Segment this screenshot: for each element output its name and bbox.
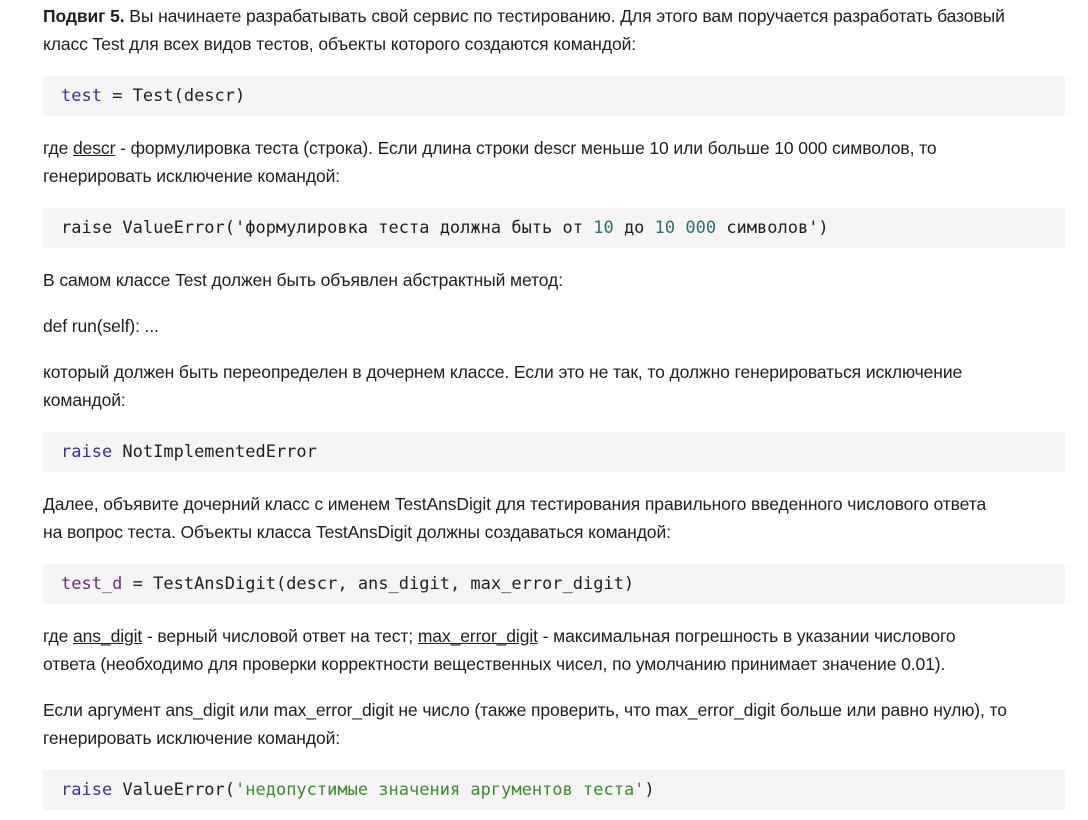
args-mid: - верный числовой ответ на тест; xyxy=(142,626,418,646)
intro-title: Подвиг 5. xyxy=(43,6,125,26)
intro-text-line1: Вы начинаете разрабатывать свой сервис п… xyxy=(124,6,1005,26)
descr-term: descr xyxy=(73,138,116,158)
code3-keyword: raise xyxy=(61,442,113,462)
code-block-test: test = Test(descr) xyxy=(43,76,1065,116)
descr-line2: генерировать исключение командой: xyxy=(43,166,341,186)
args-term-ans-digit: ans_digit xyxy=(73,626,143,646)
code2-number-10: 10 xyxy=(593,218,614,238)
args-line1-rest: - максимальная погрешность в указании чи… xyxy=(537,626,956,646)
check-line2: генерировать исключение командой: xyxy=(43,728,341,748)
child-line2: на вопрос теста. Объекты класса TestAnsD… xyxy=(43,522,671,542)
code4-var: test_d xyxy=(61,574,123,594)
code2-number-10000: 10 000 xyxy=(654,218,717,238)
intro-paragraph: Подвиг 5. Вы начинаете разрабатывать сво… xyxy=(43,2,1073,58)
code5-string: 'недопустимые значения аргументов теста' xyxy=(235,780,645,800)
code2-c: символов') xyxy=(716,218,829,238)
child-class-paragraph: Далее, объявите дочерний класс с именем … xyxy=(43,490,1073,546)
def-run-paragraph: def run(self): ... xyxy=(43,316,159,336)
code3-rest: NotImplementedError xyxy=(112,442,317,462)
code-block-test-ans-digit: test_d = TestAnsDigit(descr, ans_digit, … xyxy=(43,564,1065,604)
code5-b: ) xyxy=(644,780,655,800)
override-line2: командой: xyxy=(43,390,126,410)
code4-rest: = TestAnsDigit(descr, ans_digit, max_err… xyxy=(122,574,635,594)
args-line2: ответа (необходимо для проверки корректн… xyxy=(43,654,946,674)
override-paragraph: который должен быть переопределен в доче… xyxy=(43,358,1073,414)
check-paragraph: Если аргумент ans_digit или max_error_di… xyxy=(43,696,1073,752)
code-block-value-error: raise ValueError('формулировка теста дол… xyxy=(43,208,1065,248)
code2-b: до xyxy=(613,218,655,238)
code-block-invalid-args: raise ValueError('недопустимые значения … xyxy=(43,770,1065,810)
code5-a: ValueError( xyxy=(112,780,236,800)
args-prefix: где xyxy=(43,626,74,646)
abstract-paragraph: В самом классе Test должен быть объявлен… xyxy=(43,270,563,290)
override-line1: который должен быть переопределен в доче… xyxy=(43,362,963,382)
args-term-max-error-digit: max_error_digit xyxy=(417,626,538,646)
descr-paragraph: где descr - формулировка теста (строка).… xyxy=(43,134,1073,190)
check-line1: Если аргумент ans_digit или max_error_di… xyxy=(43,700,1007,720)
child-line1: Далее, объявите дочерний класс с именем … xyxy=(43,494,987,514)
descr-line1: - формулировка теста (строка). Если длин… xyxy=(115,138,937,158)
code-var-test: test xyxy=(61,86,102,106)
code-rest: = Test(descr) xyxy=(101,86,246,106)
args-paragraph: где ans_digit - верный числовой ответ на… xyxy=(43,622,1073,678)
code-block-not-implemented: raise NotImplementedError xyxy=(43,432,1065,472)
code2-a: raise ValueError('формулировка теста дол… xyxy=(61,218,594,238)
code5-keyword: raise xyxy=(61,780,113,800)
intro-text-line2: класс Test для всех видов тестов, объект… xyxy=(43,34,637,54)
descr-prefix: где xyxy=(43,138,74,158)
